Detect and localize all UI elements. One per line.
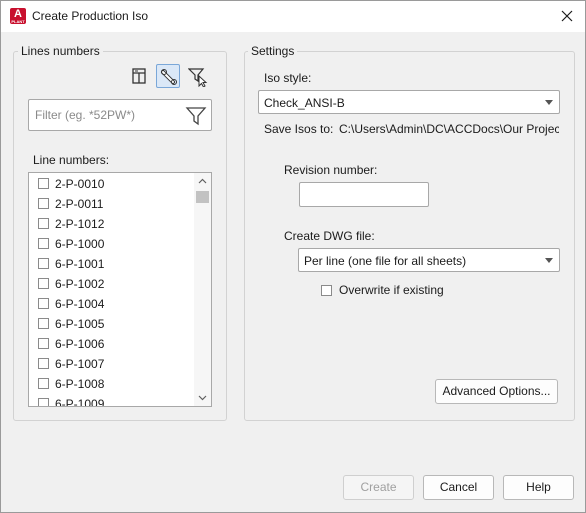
pipe-select-icon bbox=[161, 69, 177, 85]
overwrite-checkbox[interactable] bbox=[321, 285, 332, 296]
revision-number-input[interactable] bbox=[299, 182, 429, 207]
line-checkbox[interactable] bbox=[38, 258, 49, 269]
list-item[interactable]: 6-P-1008 bbox=[29, 374, 193, 394]
help-button[interactable]: Help bbox=[503, 475, 574, 500]
chevron-down-icon bbox=[545, 258, 553, 263]
create-dwg-dropdown[interactable]: Per line (one file for all sheets) bbox=[298, 248, 560, 272]
list-item[interactable]: 6-P-1006 bbox=[29, 334, 193, 354]
filter-icon[interactable] bbox=[185, 105, 207, 127]
list-item[interactable]: 6-P-1004 bbox=[29, 294, 193, 314]
list-item[interactable]: 2-P-0011 bbox=[29, 194, 193, 214]
list-scrollbar[interactable] bbox=[194, 173, 211, 406]
filter-input[interactable] bbox=[35, 108, 175, 122]
create-dwg-label: Create DWG file: bbox=[284, 229, 375, 243]
iso-style-value: Check_ANSI-B bbox=[264, 96, 345, 110]
filter-select-button[interactable] bbox=[185, 64, 209, 88]
iso-style-dropdown[interactable]: Check_ANSI-B bbox=[258, 90, 560, 114]
scroll-thumb[interactable] bbox=[196, 191, 209, 203]
filter-field[interactable] bbox=[28, 99, 212, 131]
line-checkbox[interactable] bbox=[38, 218, 49, 229]
line-checkbox[interactable] bbox=[38, 238, 49, 249]
close-icon bbox=[561, 10, 573, 22]
list-item[interactable]: 6-P-1005 bbox=[29, 314, 193, 334]
select-from-model-button[interactable] bbox=[156, 64, 180, 88]
line-checkbox[interactable] bbox=[38, 338, 49, 349]
create-production-iso-dialog: A PLANT Create Production Iso Lines numbe… bbox=[0, 0, 586, 513]
title-bar: A PLANT Create Production Iso bbox=[1, 1, 585, 32]
line-checkbox[interactable] bbox=[38, 358, 49, 369]
scroll-down-icon bbox=[198, 395, 207, 401]
line-numbers-list[interactable]: 2-P-0010 2-P-0011 2-P-1012 6-P-1000 6-P-… bbox=[28, 172, 212, 407]
autocad-app-icon: A PLANT bbox=[10, 8, 26, 24]
settings-group-label: Settings bbox=[248, 44, 298, 58]
scroll-up-icon bbox=[198, 178, 207, 184]
save-isos-path: C:\Users\Admin\DC\ACCDocs\Our Projec bbox=[339, 122, 559, 136]
line-checkbox[interactable] bbox=[38, 198, 49, 209]
line-checkbox[interactable] bbox=[38, 378, 49, 389]
list-item[interactable]: 6-P-1009 bbox=[29, 394, 193, 406]
advanced-options-button[interactable]: Advanced Options... bbox=[435, 379, 558, 404]
create-dwg-value: Per line (one file for all sheets) bbox=[304, 254, 467, 268]
iso-sheet-icon bbox=[132, 68, 146, 84]
list-item[interactable]: 6-P-1001 bbox=[29, 254, 193, 274]
line-checkbox[interactable] bbox=[38, 178, 49, 189]
cancel-button[interactable]: Cancel bbox=[423, 475, 494, 500]
line-checkbox[interactable] bbox=[38, 318, 49, 329]
window-title: Create Production Iso bbox=[32, 9, 149, 23]
list-item[interactable]: 2-P-1012 bbox=[29, 214, 193, 234]
line-checkbox[interactable] bbox=[38, 298, 49, 309]
list-item[interactable]: 6-P-1007 bbox=[29, 354, 193, 374]
lines-numbers-group-label: Lines numbers bbox=[18, 44, 103, 58]
select-by-iso-button[interactable] bbox=[127, 64, 151, 88]
chevron-down-icon bbox=[545, 100, 553, 105]
revision-number-label: Revision number: bbox=[284, 163, 378, 177]
create-button[interactable]: Create bbox=[343, 475, 414, 500]
list-item[interactable]: 6-P-1002 bbox=[29, 274, 193, 294]
filter-select-icon bbox=[188, 68, 208, 87]
scroll-up-button[interactable] bbox=[194, 173, 211, 189]
close-button[interactable] bbox=[555, 5, 579, 27]
save-isos-label: Save Isos to: bbox=[264, 122, 334, 136]
scroll-down-button[interactable] bbox=[194, 390, 211, 406]
line-numbers-label: Line numbers: bbox=[33, 153, 110, 167]
list-item[interactable]: 6-P-1000 bbox=[29, 234, 193, 254]
overwrite-label: Overwrite if existing bbox=[339, 283, 444, 297]
iso-style-label: Iso style: bbox=[264, 71, 312, 85]
line-checkbox[interactable] bbox=[38, 398, 49, 406]
list-item[interactable]: 2-P-0010 bbox=[29, 174, 193, 194]
line-checkbox[interactable] bbox=[38, 278, 49, 289]
